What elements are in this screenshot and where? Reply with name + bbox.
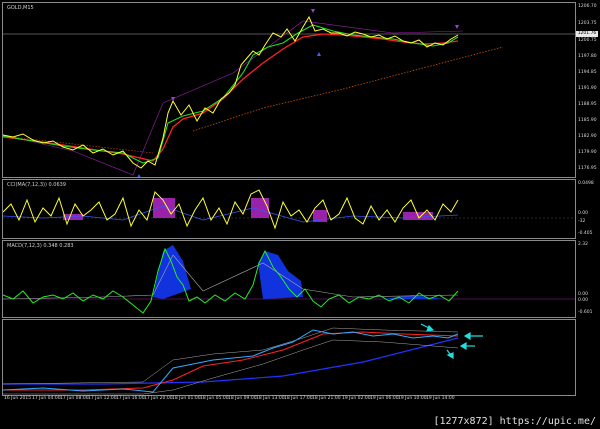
price-tick: 1176.95 (578, 166, 597, 171)
bottom-slow-line (3, 331, 459, 391)
time-tick: 17 Jun 20:00 (144, 396, 173, 401)
price-tick: 1200.75 (578, 38, 597, 43)
price-axis: 1206.70 1203.75 1201.76 1200.75 1197.80 … (576, 2, 600, 178)
price-tick: 1203.75 (578, 21, 597, 26)
bottom-chart (3, 323, 483, 395)
envelope-upper (3, 327, 459, 385)
time-tick: 18 Jun 21:00 (312, 396, 341, 401)
macd-chart (3, 245, 575, 314)
arrow-icon-3 (459, 341, 467, 351)
time-tick: 17 Jun 16:00 (116, 396, 145, 401)
time-axis: 16 Jun 2015 17 Jun 04:00 17 Jun 08:00 17… (2, 394, 576, 406)
signal-arrows (420, 323, 483, 360)
trend-line-dotted-2 (3, 135, 154, 154)
arrow-icon-2 (463, 331, 471, 341)
time-tick: 17 Jun 08:00 (60, 396, 89, 401)
time-tick: 18 Jun 13:00 (256, 396, 285, 401)
time-tick: 18 Jun 05:00 (200, 396, 229, 401)
cci-line (3, 189, 459, 230)
price-tick: 1182.90 (578, 134, 597, 139)
time-tick: 17 Jun 12:00 (88, 396, 117, 401)
macd-tick: 0.00 (578, 298, 589, 303)
price-tick: 1194.85 (578, 70, 597, 75)
cci-chart (3, 189, 575, 230)
price-pane[interactable]: GOLD,M15 (2, 2, 576, 178)
slow-ma-line (3, 33, 459, 162)
cci-tick: -32 (578, 219, 586, 224)
fast-ma-line (3, 24, 459, 164)
cci-axis: 0.0498 0.00 -32 -0.405 (576, 179, 600, 239)
signal-line (3, 254, 459, 300)
macd-tick: 0.00 (578, 292, 589, 297)
price-tick: 1191.90 (578, 86, 597, 91)
current-price-tag: 1201.76 (576, 31, 598, 37)
bottom-pane[interactable] (2, 319, 576, 396)
trend-line-dotted (192, 46, 504, 132)
price-tick: 1179.90 (578, 150, 597, 155)
buy-arrows (137, 52, 321, 177)
time-tick: 18 Jun 01:00 (172, 396, 201, 401)
macd-line (3, 247, 459, 314)
cci-tick: 0.0498 (578, 181, 594, 186)
price-tick: 1206.70 (578, 4, 597, 9)
price-tick: 1197.80 (578, 54, 597, 59)
macd-tick: -0.601 (578, 310, 593, 315)
time-tick: 18 Jun 09:00 (228, 396, 257, 401)
arrow-icon-4 (446, 352, 454, 360)
macd-pane[interactable]: MACD(7,12,3) 0.348 0.283 (2, 240, 576, 318)
time-tick: 19 Jun 10:00 (398, 396, 427, 401)
sell-arrow-icon-2 (311, 9, 315, 13)
sell-arrow-icon-3 (455, 25, 459, 29)
bottom-price-line (3, 329, 459, 393)
cci-tick: 0.00 (578, 211, 589, 216)
time-tick: 18 Jun 17:00 (284, 396, 313, 401)
price-tick: 1185.90 (578, 118, 597, 123)
price-chart (3, 9, 575, 177)
time-tick: 19 Jun 06:00 (370, 396, 399, 401)
watermark: [1277x872] https://upic.me/ (433, 416, 596, 427)
time-tick: 19 Jun 14:00 (426, 396, 455, 401)
macd-axis: 2.32 0.00 0.00 -0.601 (576, 240, 600, 318)
time-tick: 19 Jun 02:00 (342, 396, 371, 401)
cci-pane[interactable]: CCI(MA(7,12,3)) 0.0639 (2, 179, 576, 239)
arrow-icon-1 (426, 324, 435, 332)
chart-window: GOLD,M15 CCI(MA(7,12,3)) 0.0639 MACD(7,1… (2, 2, 576, 407)
time-tick: 16 Jun 2015 (4, 396, 32, 401)
envelope-lower (3, 339, 459, 395)
macd-tick: 2.32 (578, 242, 589, 247)
price-tick: 1188.95 (578, 102, 597, 107)
time-tick: 17 Jun 04:00 (32, 396, 61, 401)
buy-arrow-icon-2 (317, 52, 321, 56)
macd-fill-area (153, 245, 443, 299)
zigzag-line (3, 20, 464, 176)
buy-arrow-icon (137, 174, 141, 177)
cci-tick: -0.405 (578, 231, 593, 236)
long-ma-line (3, 337, 459, 385)
